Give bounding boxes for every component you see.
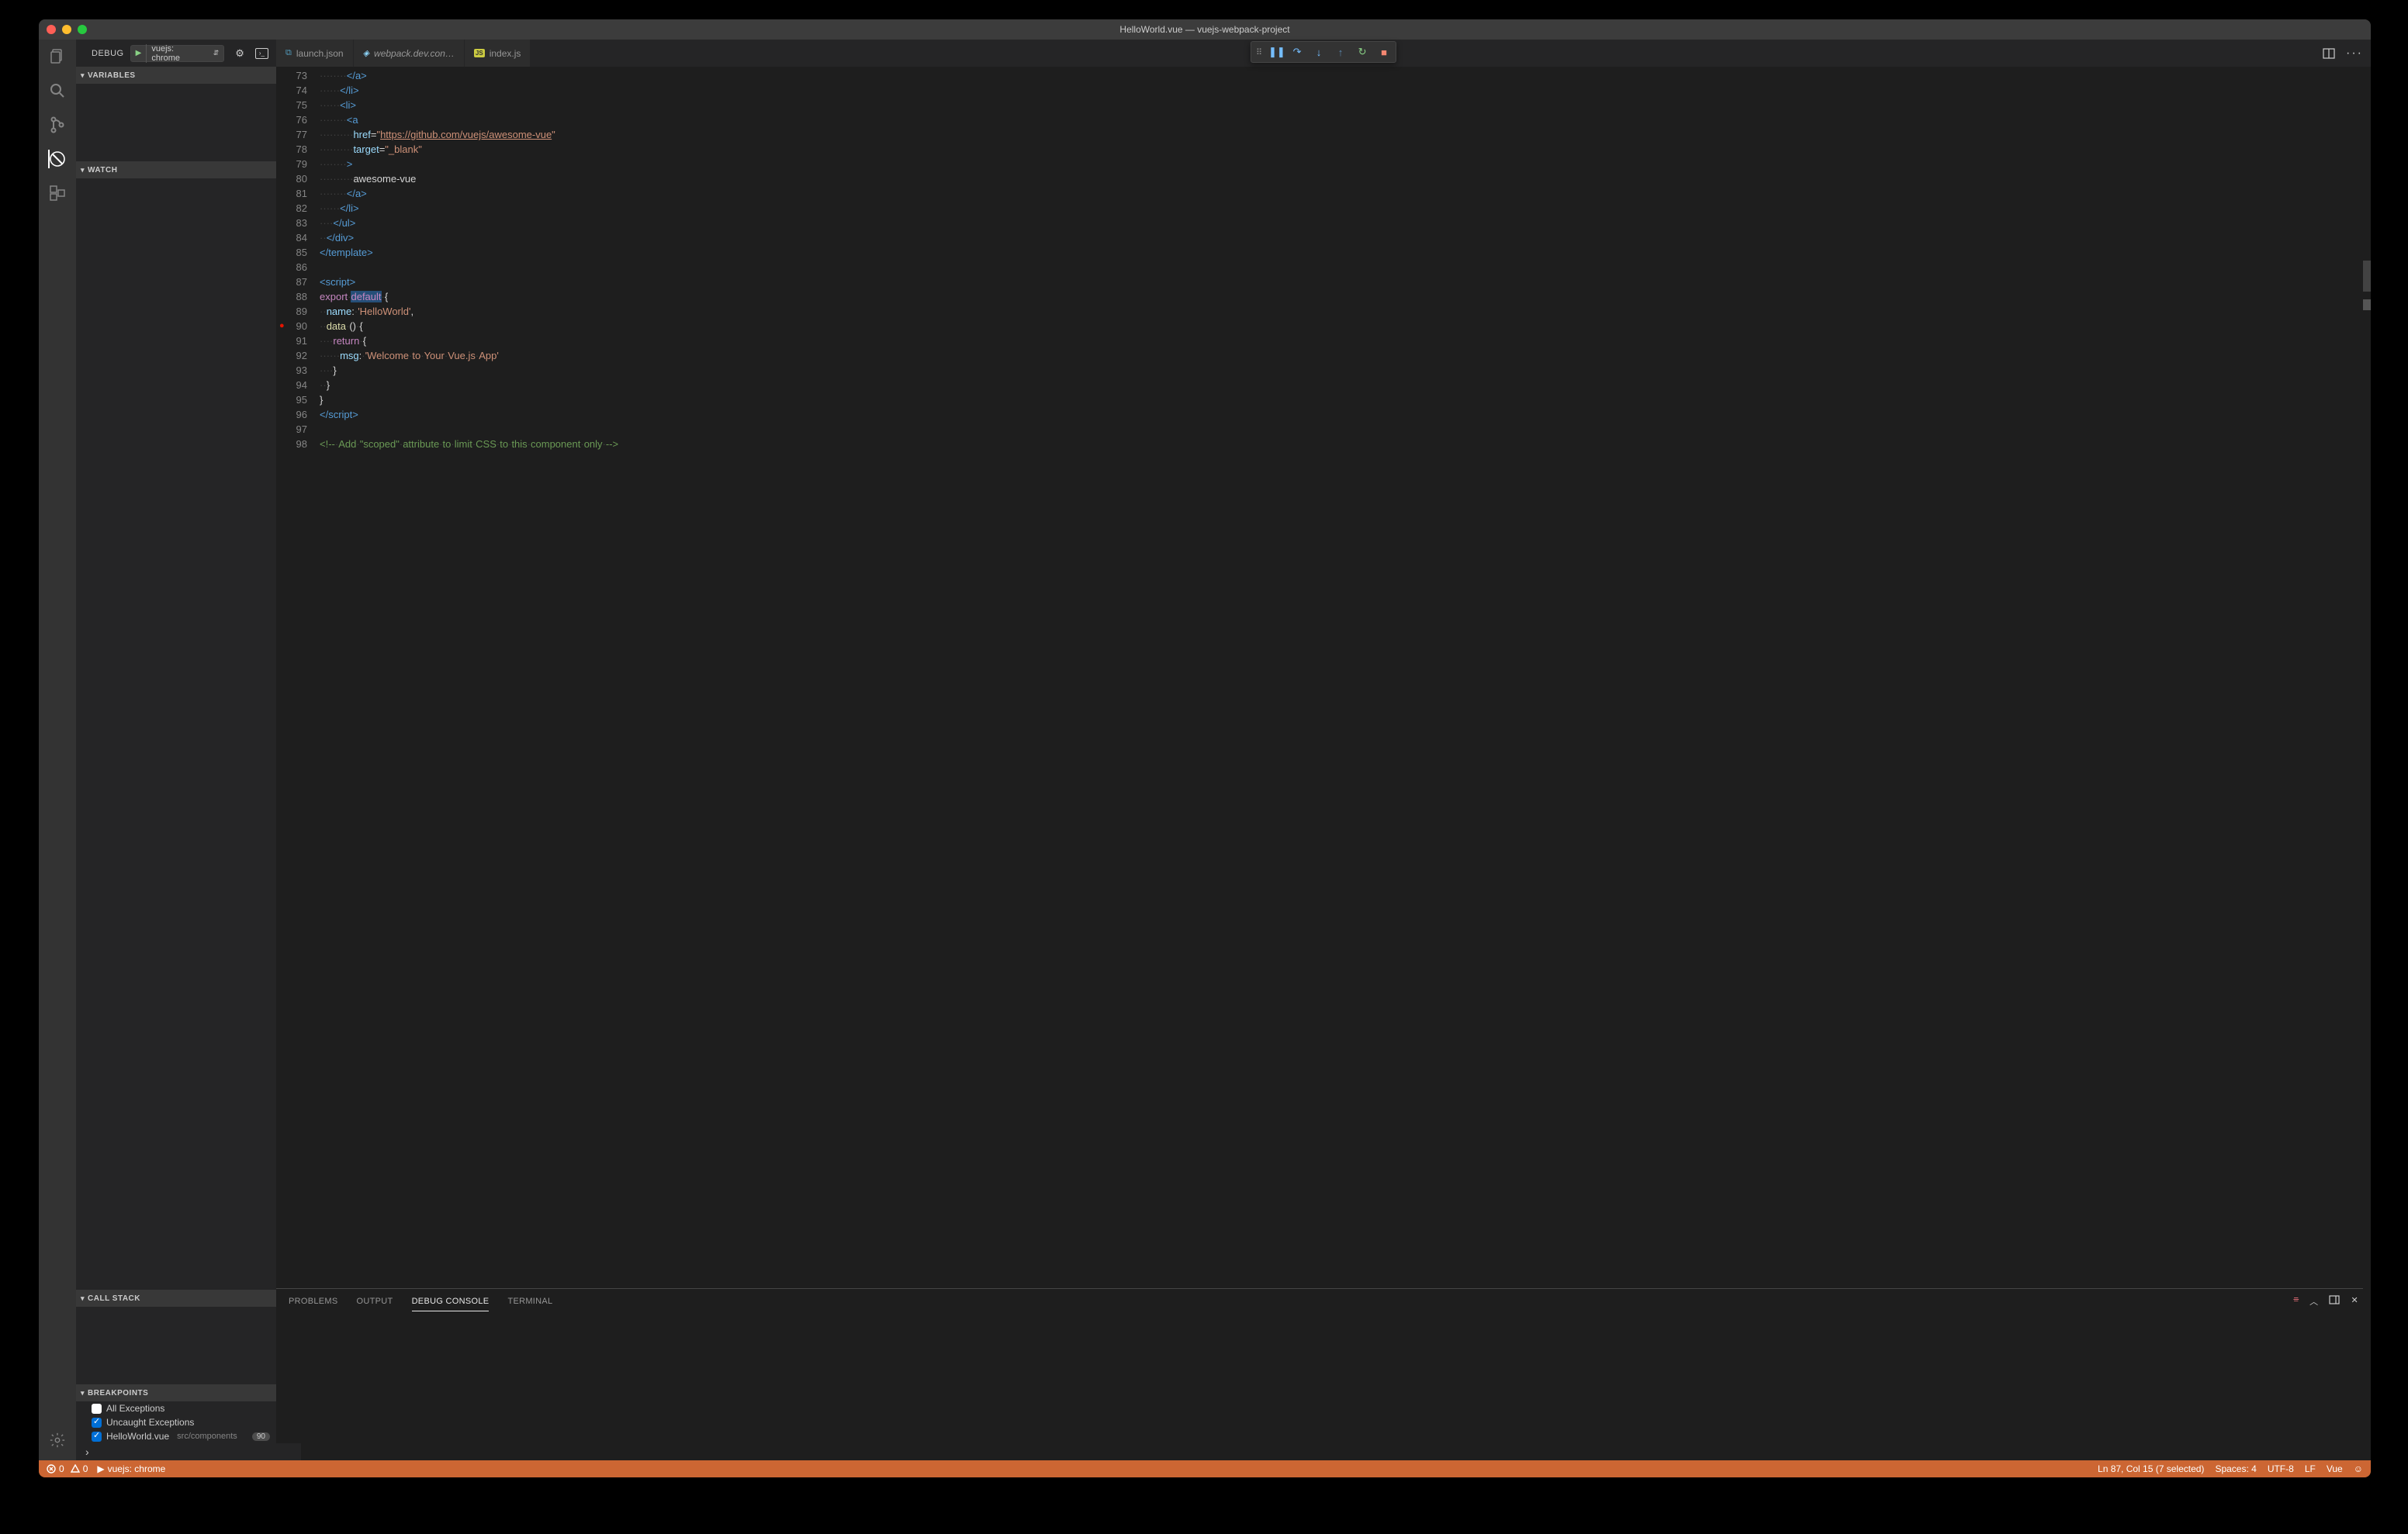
status-errors[interactable]: 0 — [47, 1463, 64, 1474]
breakpoint-checkbox[interactable] — [92, 1418, 102, 1428]
step-into-icon[interactable]: ↓ — [1312, 47, 1326, 58]
pause-icon[interactable]: ❚❚ — [1268, 46, 1282, 58]
section-callstack[interactable]: ▾CALL STACK — [76, 1290, 276, 1307]
close-panel-icon[interactable]: ✕ — [2351, 1295, 2358, 1308]
editor-group: ⧉launch.json◈webpack.dev.con…JSindex.js … — [276, 40, 2371, 1460]
breakpoint-item[interactable]: All Exceptions — [76, 1401, 276, 1415]
debug-config-gear-icon[interactable]: ⚙ — [235, 47, 244, 60]
activity-bar — [39, 40, 76, 1460]
status-launch-config[interactable]: ▶ vuejs: chrome — [97, 1463, 165, 1474]
scm-icon[interactable] — [48, 116, 67, 134]
breakpoint-item[interactable]: Uncaught Exceptions — [76, 1415, 276, 1429]
panel-tab-problems[interactable]: PROBLEMS — [289, 1292, 338, 1311]
status-indent[interactable]: Spaces: 4 — [2215, 1463, 2256, 1474]
status-encoding[interactable]: UTF-8 — [2268, 1463, 2294, 1474]
extensions-icon[interactable] — [48, 184, 67, 202]
collapse-panel-icon[interactable]: ︿ — [2309, 1295, 2318, 1308]
status-warnings[interactable]: 0 — [71, 1463, 88, 1474]
window-title: HelloWorld.vue — vuejs-webpack-project — [1119, 24, 1289, 35]
status-language[interactable]: Vue — [2327, 1463, 2343, 1474]
section-watch[interactable]: ▾WATCH — [76, 161, 276, 178]
debug-toolbar[interactable]: ⠿ ❚❚ ↷ ↓ ↑ ↻ ■ — [1251, 41, 1396, 63]
section-breakpoints[interactable]: ▾BREAKPOINTS — [76, 1384, 276, 1401]
maximize-panel-icon[interactable] — [2329, 1295, 2340, 1308]
launch-config-select[interactable]: ▶ vuejs: chrome⇵ — [130, 45, 225, 62]
settings-gear-icon[interactable] — [48, 1431, 67, 1449]
panel-tab-debug-console[interactable]: DEBUG CONSOLE — [412, 1292, 490, 1311]
more-actions-icon[interactable]: ··· — [2346, 47, 2363, 60]
breakpoint-checkbox[interactable] — [92, 1404, 102, 1414]
status-selection[interactable]: Ln 87, Col 15 (7 selected) — [2098, 1463, 2204, 1474]
code-editor[interactable]: 7374757677787980818283848586878889●90919… — [276, 67, 2371, 1288]
start-debug-icon[interactable]: ▶ — [131, 49, 147, 57]
panel-tab-output[interactable]: OUTPUT — [357, 1292, 393, 1311]
breadcrumb[interactable]: › — [76, 1443, 301, 1460]
panel-tab-terminal[interactable]: TERMINAL — [507, 1292, 552, 1311]
search-icon[interactable] — [48, 81, 67, 100]
breakpoint-checkbox[interactable] — [92, 1432, 102, 1442]
step-over-icon[interactable]: ↷ — [1290, 46, 1304, 58]
zoom-window-button[interactable] — [78, 25, 87, 34]
debug-header-label: DEBUG — [92, 49, 124, 58]
debug-sidebar: DEBUG ▶ vuejs: chrome⇵ ⚙ ›_ ▾VARIABLES ▾… — [76, 40, 276, 1460]
explorer-icon[interactable] — [48, 47, 67, 66]
status-eol[interactable]: LF — [2305, 1463, 2316, 1474]
debug-console-toggle-icon[interactable]: ›_ — [255, 48, 268, 59]
editor-tab[interactable]: ⧉launch.json — [276, 40, 354, 67]
clear-console-icon[interactable]: ≡ — [2293, 1295, 2299, 1308]
stop-icon[interactable]: ■ — [1377, 47, 1391, 58]
section-variables[interactable]: ▾VARIABLES — [76, 67, 276, 84]
editor-tab[interactable]: JSindex.js — [465, 40, 531, 67]
split-editor-icon[interactable] — [2323, 48, 2335, 59]
titlebar: HelloWorld.vue — vuejs-webpack-project — [39, 19, 2371, 40]
bottom-panel: PROBLEMS OUTPUT DEBUG CONSOLE TERMINAL ≡… — [276, 1288, 2371, 1460]
drag-handle-icon[interactable]: ⠿ — [1256, 47, 1261, 57]
status-bar: 0 0 ▶ vuejs: chrome Ln 87, Col 15 (7 sel… — [39, 1460, 2371, 1477]
minimap[interactable] — [2363, 67, 2371, 1288]
breakpoint-item[interactable]: HelloWorld.vuesrc/components90 — [76, 1429, 276, 1443]
debug-icon[interactable] — [48, 150, 67, 168]
status-feedback-icon[interactable]: ☺ — [2354, 1463, 2363, 1474]
editor-tab[interactable]: ◈webpack.dev.con… — [354, 40, 465, 67]
minimize-window-button[interactable] — [62, 25, 71, 34]
restart-icon[interactable]: ↻ — [1355, 46, 1369, 58]
step-out-icon[interactable]: ↑ — [1334, 47, 1348, 58]
close-window-button[interactable] — [47, 25, 56, 34]
